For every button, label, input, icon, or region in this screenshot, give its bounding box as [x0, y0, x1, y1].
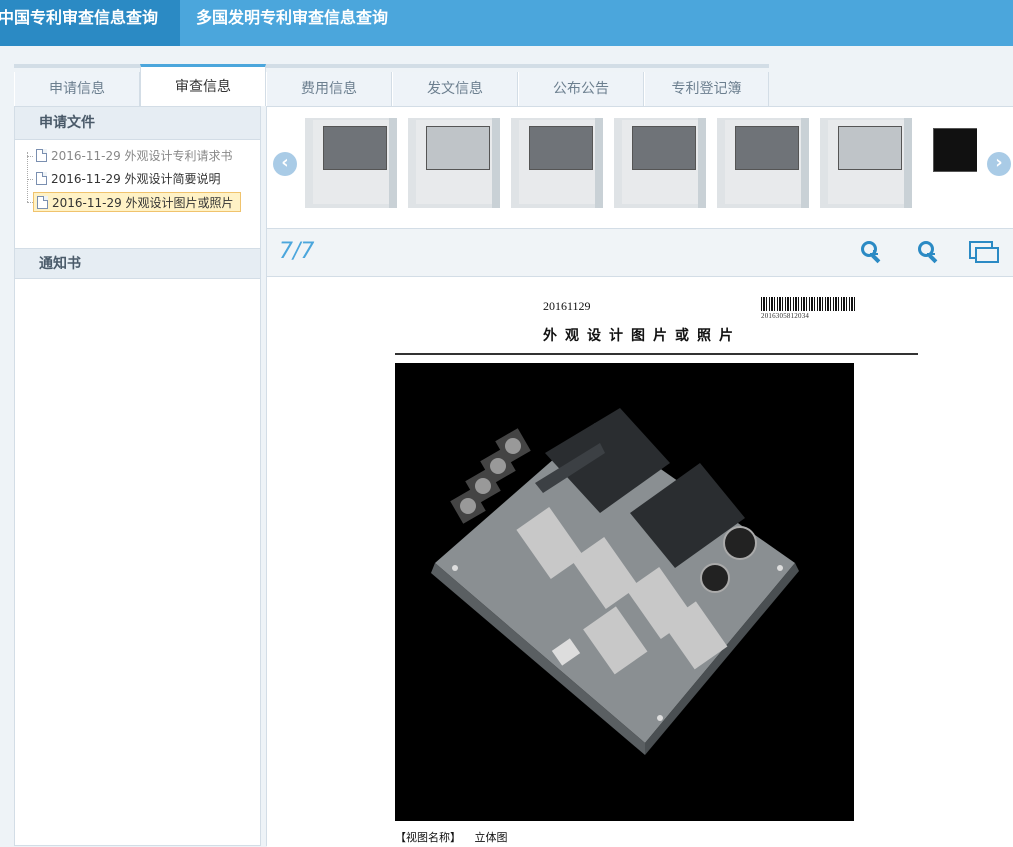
doc-item-label: 2016-11-29 外观设计图片或照片	[52, 196, 234, 210]
document-icon	[37, 196, 48, 209]
view-caption: 【视图名称】 立体图	[395, 829, 518, 845]
tab-patent-register[interactable]: 专利登记簿	[644, 72, 769, 106]
page-thumbnail[interactable]	[820, 118, 912, 208]
page-thumbnail-current[interactable]	[923, 118, 977, 208]
zoom-out-icon[interactable]	[916, 239, 942, 265]
notices-header[interactable]: 通知书	[15, 249, 260, 279]
document-icon	[36, 172, 47, 185]
viewer-toolbar: 7/7	[267, 229, 1013, 277]
application-docs-header[interactable]: 申请文件	[15, 107, 260, 140]
view-name-value: 立体图	[474, 831, 508, 844]
chevron-right-icon[interactable]: ›	[987, 152, 1011, 176]
view-name-label: 【视图名称】	[395, 831, 461, 844]
tab-dispatch-info[interactable]: 发文信息	[392, 72, 518, 106]
info-tabs: 申请信息 审查信息 费用信息 发文信息 公布公告 专利登记簿	[14, 64, 769, 106]
barcode	[761, 297, 857, 311]
doc-item-label: 2016-11-29 外观设计专利请求书	[51, 149, 233, 163]
thumbnail-list	[305, 118, 977, 208]
title-divider	[395, 353, 918, 355]
document-date: 20161129	[543, 299, 591, 313]
thumbnail-strip: ‹ ›	[267, 107, 1013, 229]
document-title: 外观设计图片或照片	[543, 328, 741, 344]
doc-item-label: 2016-11-29 外观设计简要说明	[51, 172, 221, 186]
top-navigation: 中国专利审查信息查询 多国发明专利审查信息查询	[0, 0, 1013, 46]
product-photo	[395, 363, 854, 821]
nav-china-patent-query[interactable]: 中国专利审查信息查询	[0, 0, 180, 46]
page-indicator: 7/7	[279, 239, 315, 264]
tab-publication[interactable]: 公布公告	[518, 72, 644, 106]
document-icon	[36, 149, 47, 162]
application-doc-list: 2016-11-29 外观设计专利请求书 2016-11-29 外观设计简要说明…	[15, 140, 260, 249]
page-thumbnail[interactable]	[305, 118, 397, 208]
document-viewer: ‹ › 7/7 20161129 2016305812034 外观设计图片或照片	[266, 106, 1013, 847]
doc-item-brief-description[interactable]: 2016-11-29 外观设计简要说明	[33, 169, 227, 189]
page-thumbnail[interactable]	[614, 118, 706, 208]
doc-item-request-form[interactable]: 2016-11-29 外观设计专利请求书	[33, 146, 239, 166]
tree-connector	[27, 152, 28, 202]
tab-application-info[interactable]: 申请信息	[14, 72, 140, 106]
document-page: 20161129 2016305812034 外观设计图片或照片 【视图名称】 …	[267, 277, 1013, 847]
circuit-board-image	[431, 408, 799, 755]
page-thumbnail[interactable]	[511, 118, 603, 208]
doc-item-design-images[interactable]: 2016-11-29 外观设计图片或照片	[33, 192, 241, 212]
barcode-number: 2016305812034	[761, 312, 810, 320]
page-thumbnail[interactable]	[717, 118, 809, 208]
tab-examination-info[interactable]: 审查信息	[140, 64, 266, 106]
document-sidebar: 申请文件 2016-11-29 外观设计专利请求书 2016-11-29 外观设…	[14, 106, 261, 846]
nav-multi-country-query[interactable]: 多国发明专利审查信息查询	[196, 0, 388, 46]
zoom-in-icon[interactable]	[859, 239, 885, 265]
chevron-left-icon[interactable]: ‹	[273, 152, 297, 176]
tab-fee-info[interactable]: 费用信息	[266, 72, 392, 106]
page-thumbnail[interactable]	[408, 118, 500, 208]
fit-window-icon[interactable]	[969, 239, 1001, 265]
